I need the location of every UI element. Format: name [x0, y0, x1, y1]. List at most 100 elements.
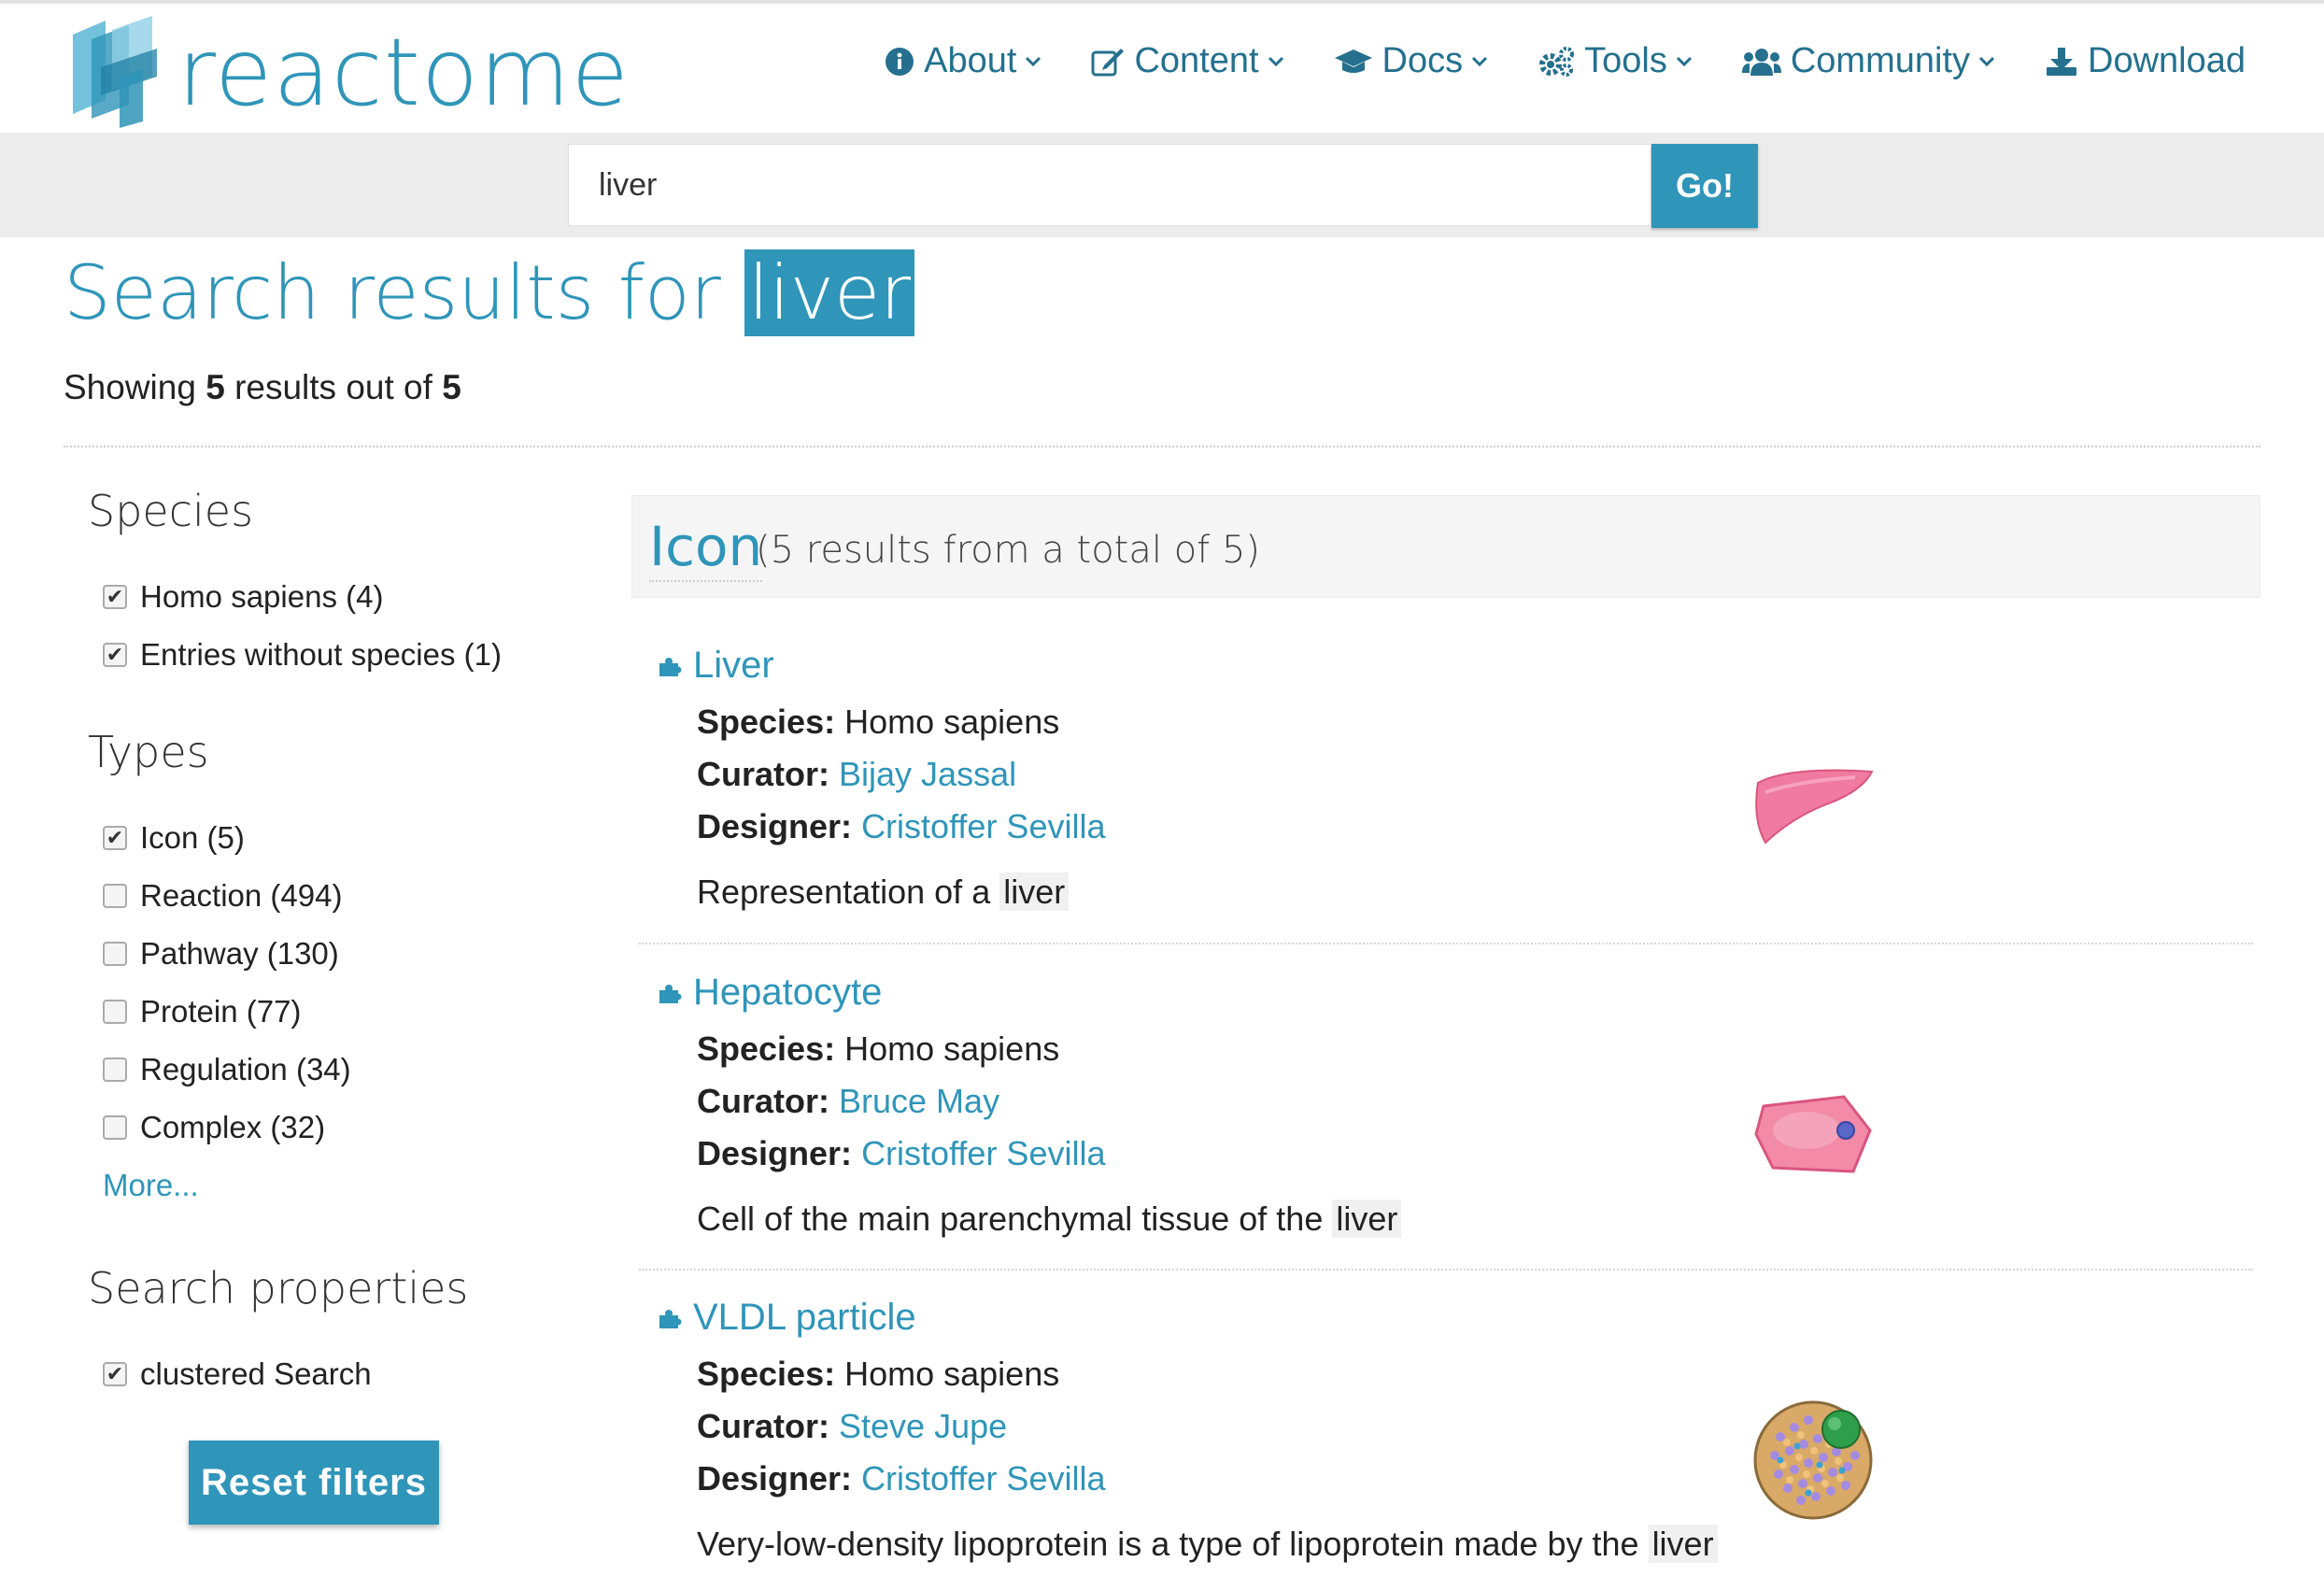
chevron-down-icon [1472, 56, 1488, 66]
result-title-link[interactable]: Hepatocyte [658, 972, 882, 1014]
reactome-logo[interactable]: reactome [64, 11, 629, 128]
designer-label: Designer: [697, 1459, 853, 1498]
chevron-down-icon [1268, 56, 1283, 66]
nav-about-label: About [924, 41, 1017, 80]
results-group-count: (5 results from a total of 5) [756, 529, 1261, 572]
summary-prefix: Showing [64, 368, 196, 406]
nav-download-label: Download [2088, 41, 2246, 80]
description-text: Representation of a [697, 873, 991, 911]
facet-label: Reaction (494) [140, 878, 343, 913]
vldl-particle-icon[interactable] [1752, 1399, 1874, 1521]
result-curator: Curator: Bruce May [697, 1082, 999, 1121]
result-separator [639, 1269, 2253, 1271]
page-title: Search results for liver [64, 247, 915, 340]
result-item: Hepatocyte Species: Homo sapiens Curator… [639, 972, 2253, 1252]
nav-tools-label: Tools [1584, 41, 1667, 80]
puzzle-piece-icon [659, 657, 682, 676]
search-bar: Go! [0, 133, 2324, 237]
result-curator: Curator: Bijay Jassal [697, 755, 1016, 794]
facet-type-icon[interactable]: ✔ Icon (5) [103, 820, 245, 856]
hepatocyte-icon[interactable] [1752, 1093, 1874, 1177]
nav-content[interactable]: Content [1091, 41, 1284, 81]
result-description: Cell of the main parenchymal tissue of t… [697, 1200, 1402, 1239]
site-header: reactome About Content Docs Tools Commun… [0, 4, 2324, 133]
search-input[interactable] [568, 144, 1651, 226]
species-facet-title: Species [88, 486, 254, 536]
curator-link[interactable]: Bruce May [839, 1082, 999, 1120]
designer-link[interactable]: Cristoffer Sevilla [861, 1459, 1105, 1498]
curator-label: Curator: [697, 1082, 829, 1120]
reset-filters-button[interactable]: Reset filters [189, 1441, 439, 1525]
nav-docs-label: Docs [1382, 41, 1464, 80]
description-highlight: liver [1332, 1200, 1402, 1238]
result-species: Species: Homo sapiens [697, 1355, 1059, 1394]
curator-link[interactable]: Steve Jupe [839, 1407, 1007, 1445]
facet-label: Entries without species (1) [140, 637, 502, 672]
facet-species-homo-sapiens[interactable]: ✔ Homo sapiens (4) [103, 579, 383, 615]
results-group-title[interactable]: Icon [649, 513, 763, 582]
nav-about[interactable]: About [885, 41, 1042, 81]
checkbox-unchecked[interactable] [103, 884, 127, 908]
species-label: Species: [697, 1355, 836, 1393]
result-curator: Curator: Steve Jupe [697, 1407, 1007, 1446]
result-title: Liver [693, 645, 774, 686]
checkbox-checked[interactable]: ✔ [103, 585, 127, 609]
nav-download[interactable]: Download [2045, 41, 2246, 81]
facet-label: Regulation (34) [140, 1052, 351, 1086]
puzzle-piece-icon [659, 984, 682, 1003]
facet-label: Complex (32) [140, 1110, 326, 1144]
facet-type-protein[interactable]: Protein (77) [103, 994, 301, 1029]
checkbox-unchecked[interactable] [103, 942, 127, 966]
more-types-link[interactable]: More... [103, 1168, 199, 1203]
result-species: Species: Homo sapiens [697, 703, 1059, 742]
result-separator [639, 943, 2253, 944]
species-label: Species: [697, 703, 836, 741]
download-icon [2047, 47, 2076, 76]
info-circle-icon [886, 47, 914, 76]
curator-link[interactable]: Bijay Jassal [839, 755, 1016, 793]
nav-community[interactable]: Community [1741, 41, 1996, 81]
result-title: Hepatocyte [693, 972, 883, 1013]
facet-label: Icon (5) [140, 820, 245, 855]
results-summary: Showing 5 results out of 5 [64, 368, 461, 407]
description-highlight: liver [999, 873, 1070, 911]
nav-tools[interactable]: Tools [1538, 41, 1693, 81]
checkbox-unchecked[interactable] [103, 1058, 127, 1082]
checkbox-unchecked[interactable] [103, 1000, 127, 1024]
graduation-cap-icon [1334, 49, 1372, 73]
search-properties-title: Search properties [88, 1263, 469, 1313]
types-facet-title: Types [88, 727, 209, 777]
liver-icon[interactable] [1752, 764, 1876, 848]
species-value: Homo sapiens [844, 703, 1060, 741]
facet-type-regulation[interactable]: Regulation (34) [103, 1052, 351, 1087]
facet-type-complex[interactable]: Complex (32) [103, 1110, 325, 1145]
facet-type-pathway[interactable]: Pathway (130) [103, 936, 339, 972]
result-title-link[interactable]: Liver [658, 645, 774, 687]
checkbox-checked[interactable]: ✔ [103, 826, 127, 850]
chevron-down-icon [1978, 56, 1995, 66]
checkbox-checked[interactable]: ✔ [103, 643, 127, 667]
result-item: Liver Species: Homo sapiens Curator: Bij… [639, 645, 2253, 925]
result-title-link[interactable]: VLDL particle [658, 1297, 916, 1339]
go-button[interactable]: Go! [1651, 144, 1758, 228]
summary-total-count: 5 [442, 368, 461, 406]
designer-link[interactable]: Cristoffer Sevilla [861, 807, 1105, 845]
nav-docs[interactable]: Docs [1334, 41, 1490, 81]
edit-icon [1091, 48, 1125, 76]
reactome-logo-icon [73, 16, 157, 128]
facet-species-without[interactable]: ✔ Entries without species (1) [103, 637, 502, 673]
species-value: Homo sapiens [844, 1355, 1060, 1393]
facet-clustered-search[interactable]: ✔ clustered Search [103, 1356, 372, 1392]
checkbox-unchecked[interactable] [103, 1115, 127, 1140]
species-value: Homo sapiens [844, 1029, 1060, 1068]
summary-middle: results out of [234, 368, 432, 406]
result-designer: Designer: Cristoffer Sevilla [697, 1134, 1105, 1173]
facet-type-reaction[interactable]: Reaction (494) [103, 878, 342, 914]
designer-link[interactable]: Cristoffer Sevilla [861, 1134, 1105, 1172]
result-species: Species: Homo sapiens [697, 1029, 1059, 1069]
result-description: Very-low-density lipoprotein is a type o… [697, 1525, 1718, 1564]
facet-label: Homo sapiens (4) [140, 579, 384, 614]
facet-label: Pathway (130) [140, 936, 339, 971]
checkbox-checked[interactable]: ✔ [103, 1362, 127, 1386]
description-text: Cell of the main parenchymal tissue of t… [697, 1200, 1324, 1238]
